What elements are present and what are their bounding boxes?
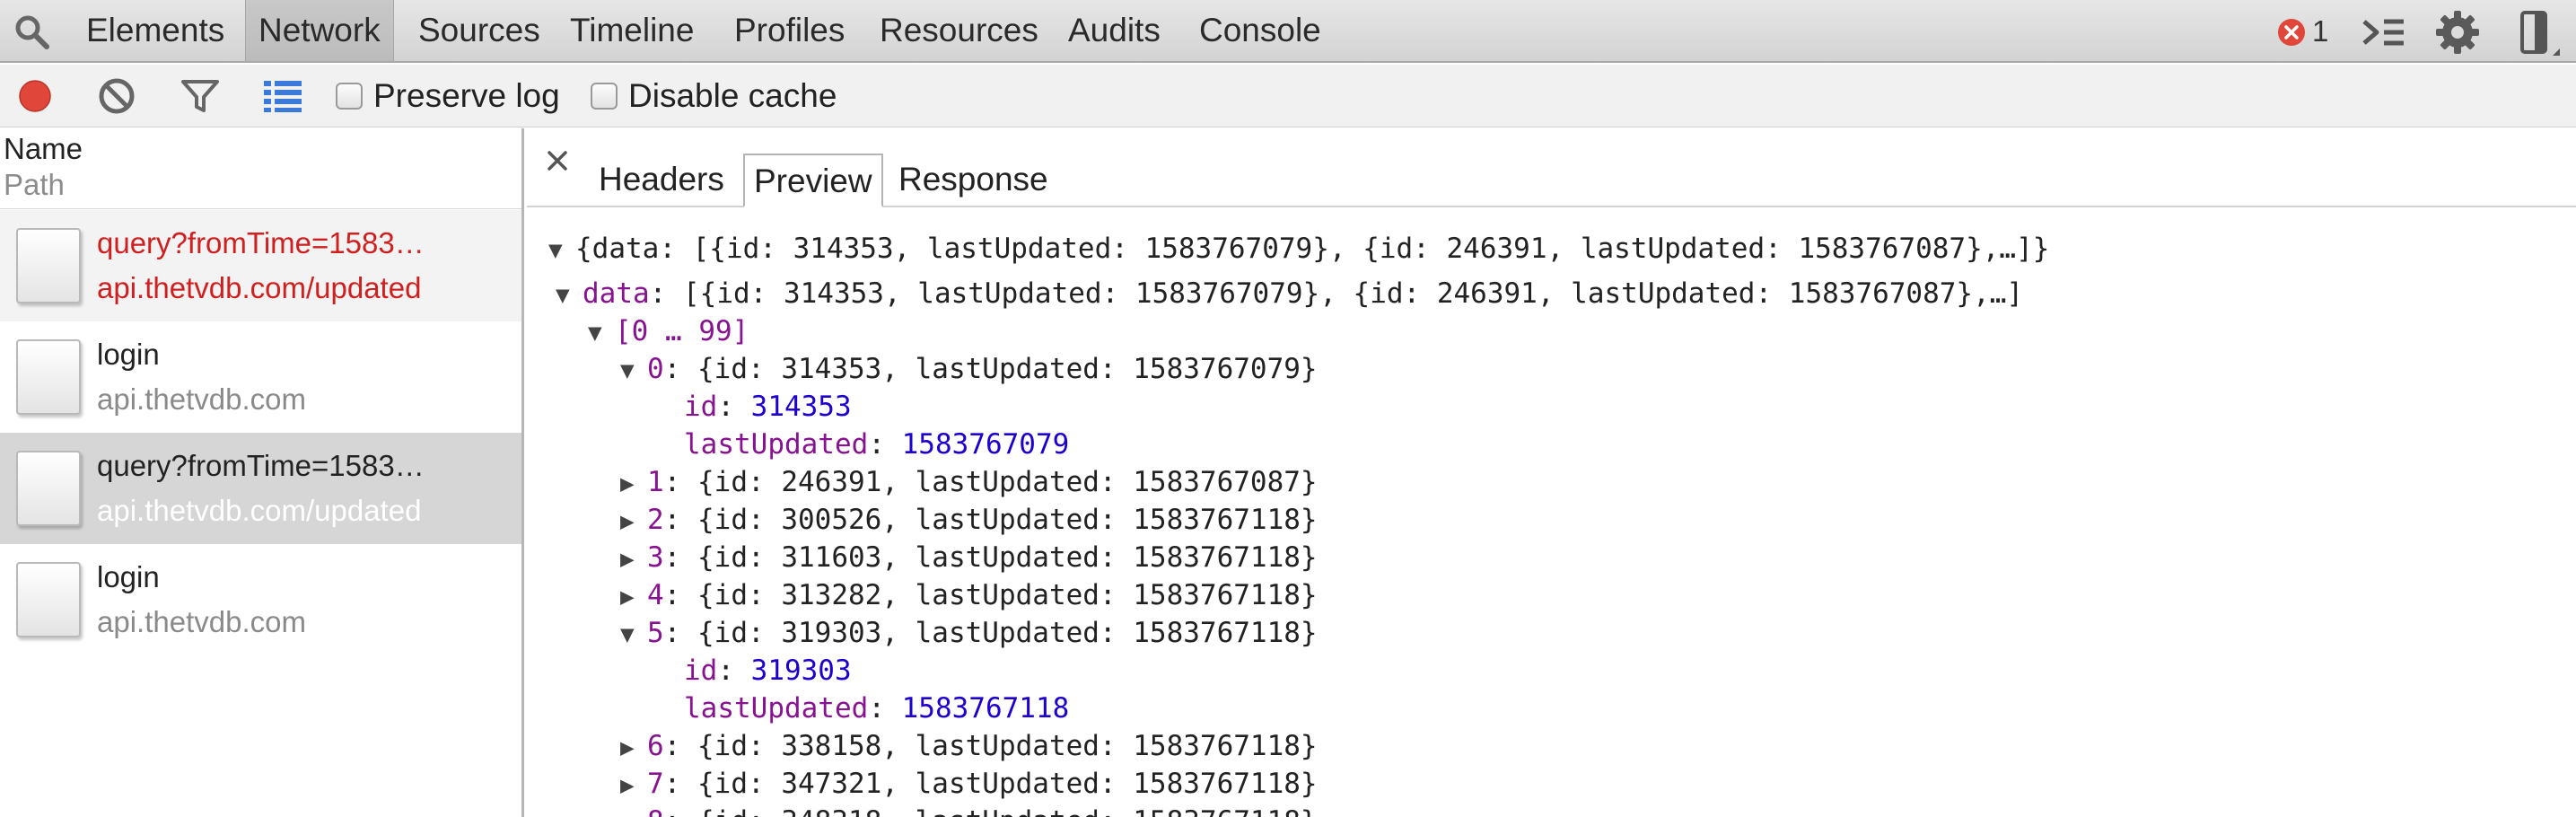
disable-cache-checkbox[interactable] (591, 83, 618, 110)
close-icon[interactable] (545, 148, 570, 173)
tree-property: lastUpdated: 1583767118 (684, 692, 1070, 725)
request-name: login (97, 560, 160, 593)
search-icon[interactable] (13, 13, 52, 52)
file-icon (16, 339, 81, 415)
request-detail-pane: Headers Preview Response ▼ {data: [{id: 3… (527, 128, 2576, 817)
tab-console[interactable]: Console (1187, 0, 1334, 61)
large-rows-icon[interactable] (262, 78, 303, 114)
collapsed-triangle-icon[interactable]: ▶ (620, 579, 647, 615)
network-toolbar: Preserve log Disable cache (0, 65, 2576, 127)
tree-item[interactable]: ▶ 3: {id: 311603, lastUpdated: 1583767118… (620, 540, 1318, 575)
request-list: Name Path query?fromTime=1583… api.thetv… (0, 128, 524, 817)
expanded-triangle-icon[interactable]: ▼ (548, 233, 575, 268)
expanded-triangle-icon[interactable]: ▼ (556, 277, 583, 313)
preserve-log-option[interactable]: Preserve log (336, 65, 560, 127)
column-name-header[interactable]: Name (4, 132, 83, 166)
tree-property: id: 319303 (684, 654, 852, 687)
filter-icon[interactable] (180, 76, 221, 116)
request-list-header[interactable]: Name Path (0, 128, 521, 209)
column-path-header: Path (4, 168, 65, 201)
record-icon[interactable] (16, 77, 54, 115)
collapsed-triangle-icon[interactable]: ▶ (620, 768, 647, 804)
request-path: api.thetvdb.com/updated (97, 271, 422, 304)
collapsed-triangle-icon[interactable]: ▶ (620, 805, 647, 817)
devtools-tab-bar: Elements Network Sources Timeline Profil… (0, 0, 2576, 63)
file-icon (16, 562, 81, 637)
expanded-triangle-icon[interactable]: ▼ (620, 617, 647, 653)
tab-profiles[interactable]: Profiles (722, 0, 857, 61)
expanded-triangle-icon[interactable]: ▼ (620, 353, 647, 389)
tree-item[interactable]: ▶ 6: {id: 338158, lastUpdated: 1583767118… (620, 728, 1318, 764)
tree-item[interactable]: ▼ 0: {id: 314353, lastUpdated: 1583767079… (620, 351, 1318, 387)
tree-property: id: 314353 (684, 391, 852, 423)
tree-item[interactable]: ▶8: {id: 348318, lastUpdated: 1583767118… (620, 804, 1318, 817)
dock-icon[interactable] (2519, 9, 2562, 59)
request-path: api.thetvdb.com/updated (97, 494, 422, 527)
clear-icon[interactable] (97, 76, 136, 116)
request-path: api.thetvdb.com (97, 382, 306, 416)
request-path: api.thetvdb.com (97, 605, 306, 638)
preserve-log-checkbox[interactable] (336, 83, 363, 110)
request-row[interactable]: login api.thetvdb.com (0, 544, 521, 655)
error-count[interactable]: 1 (2312, 0, 2328, 61)
tree-item[interactable]: ▶ 1: {id: 246391, lastUpdated: 1583767087… (620, 464, 1318, 500)
tab-headers[interactable]: Headers (590, 154, 733, 207)
file-icon (16, 451, 81, 526)
tab-audits[interactable]: Audits (1056, 0, 1173, 61)
tree-range[interactable]: ▼ [0 … 99] (588, 313, 749, 349)
disable-cache-label: Disable cache (628, 77, 837, 114)
tree-property: lastUpdated: 1583767079 (684, 428, 1070, 461)
disable-cache-option[interactable]: Disable cache (591, 65, 837, 127)
request-name: query?fromTime=1583… (97, 449, 425, 482)
tab-response[interactable]: Response (889, 154, 1057, 207)
collapsed-triangle-icon[interactable]: ▶ (620, 730, 647, 766)
tree-item[interactable]: ▶ 7: {id: 347321, lastUpdated: 1583767118… (620, 766, 1318, 802)
tab-timeline[interactable]: Timeline (557, 0, 706, 61)
tab-resources[interactable]: Resources (867, 0, 1051, 61)
request-row-selected[interactable]: query?fromTime=1583… api.thetvdb.com/upd… (0, 433, 521, 544)
tree-root[interactable]: ▼ {data: [{id: 314353, lastUpdated: 15837… (548, 231, 2049, 267)
tree-item[interactable]: ▼ 5: {id: 319303, lastUpdated: 1583767118… (620, 615, 1318, 651)
expanded-triangle-icon[interactable]: ▼ (588, 315, 615, 351)
detail-tabs: Headers Preview Response (527, 128, 2576, 207)
collapsed-triangle-icon[interactable]: ▶ (620, 504, 647, 540)
tree-item[interactable]: ▶ 4: {id: 313282, lastUpdated: 1583767118… (620, 577, 1318, 613)
request-name: query?fromTime=1583… (97, 226, 425, 259)
preserve-log-label: Preserve log (373, 77, 560, 114)
tab-sources[interactable]: Sources (406, 0, 553, 61)
request-row[interactable]: query?fromTime=1583… api.thetvdb.com/upd… (0, 210, 521, 321)
file-icon (16, 228, 81, 303)
request-name: login (97, 338, 160, 371)
collapsed-triangle-icon[interactable]: ▶ (620, 541, 647, 577)
drawer-icon[interactable] (2359, 13, 2409, 52)
tab-network[interactable]: Network (245, 0, 394, 61)
tab-preview[interactable]: Preview (743, 154, 883, 207)
gear-icon[interactable] (2434, 9, 2481, 56)
tree-item[interactable]: ▶ 2: {id: 300526, lastUpdated: 1583767118… (620, 502, 1318, 538)
collapsed-triangle-icon[interactable]: ▶ (620, 466, 647, 502)
tree-data[interactable]: ▼ data: [{id: 314353, lastUpdated: 158376… (556, 276, 2023, 312)
error-icon[interactable] (2276, 17, 2307, 48)
request-row[interactable]: login api.thetvdb.com (0, 321, 521, 433)
tab-elements[interactable]: Elements (74, 0, 237, 61)
